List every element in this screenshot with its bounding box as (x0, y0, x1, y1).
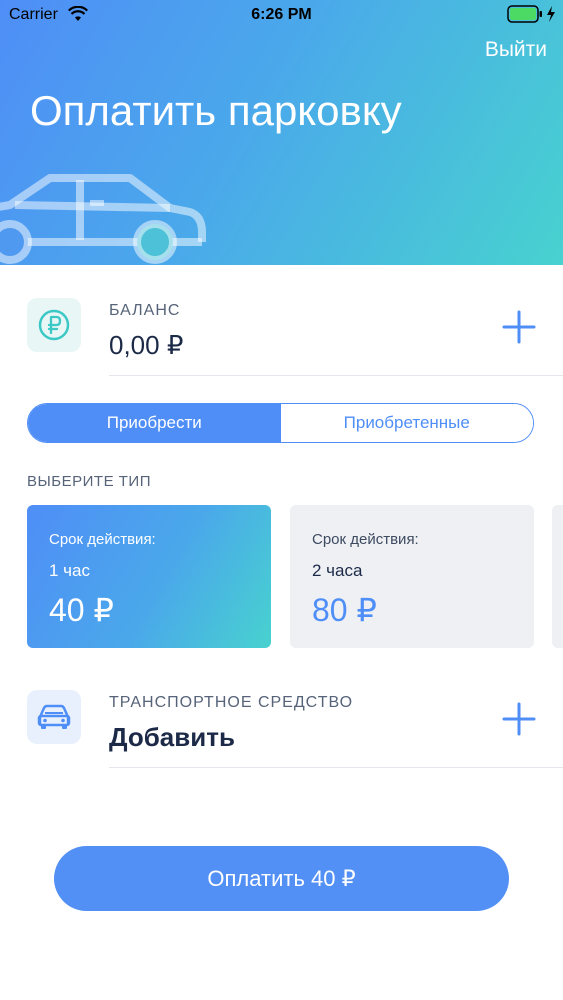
card-validity-label: Срок действия: (49, 531, 156, 548)
ruble-coin-icon (38, 309, 70, 341)
add-balance-plus-icon[interactable] (502, 310, 536, 344)
tab-purchased[interactable]: Приобретенные (280, 404, 533, 442)
balance-row: БАЛАНС 0,00 ₽ (0, 284, 563, 376)
card-validity-label: Срок действия: (312, 531, 419, 548)
balance-icon-box (27, 298, 81, 352)
battery-icon (507, 5, 542, 23)
type-card-1h[interactable]: Срок действия: 1 час 40 ₽ (27, 505, 271, 648)
choose-type-label: ВЫБЕРИТЕ ТИП (27, 473, 151, 490)
balance-value: 0,00 ₽ (109, 330, 184, 360)
vehicle-add-link[interactable]: Добавить (109, 722, 235, 753)
status-bar: Carrier 6:26 PM (0, 0, 563, 30)
purchase-tabs: Приобрести Приобретенные (27, 403, 534, 443)
status-time: 6:26 PM (251, 6, 312, 23)
tab-buy[interactable]: Приобрести (28, 404, 281, 442)
pay-button[interactable]: Оплатить 40 ₽ (54, 846, 509, 911)
card-duration: 1 час (49, 561, 90, 580)
vehicle-row: ТРАНСПОРТНОЕ СРЕДСТВО Добавить (0, 676, 563, 768)
card-price: 40 ₽ (49, 592, 114, 628)
vehicle-label: ТРАНСПОРТНОЕ СРЕДСТВО (109, 694, 354, 711)
header: Carrier 6:26 PM Выйти Оплатить парковку (0, 0, 563, 265)
add-vehicle-plus-icon[interactable] (502, 702, 536, 736)
balance-divider (109, 375, 563, 376)
card-price: 80 ₽ (312, 592, 377, 628)
vehicle-icon-box (27, 690, 81, 744)
type-card-next-partial[interactable] (552, 505, 563, 648)
vehicle-divider (109, 767, 563, 768)
car-outline-icon (0, 174, 206, 264)
logout-button[interactable]: Выйти (485, 38, 547, 62)
type-card-2h[interactable]: Срок действия: 2 часа 80 ₽ (290, 505, 534, 648)
balance-label: БАЛАНС (109, 302, 181, 319)
page-title: Оплатить парковку (30, 87, 402, 134)
card-duration: 2 часа (312, 561, 363, 580)
charging-icon (547, 6, 555, 22)
car-front-icon (37, 704, 71, 729)
